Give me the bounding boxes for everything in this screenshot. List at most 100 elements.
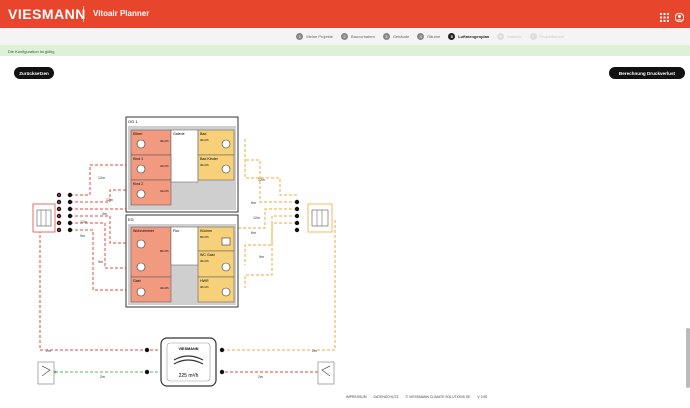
step-gebaeude[interactable]: 3 Gebäude: [382, 33, 409, 40]
connector-icon[interactable]: [294, 227, 300, 233]
step-bauvorhaben[interactable]: 2 Bauvorhaben: [341, 33, 375, 40]
step-material: 6 Material: [497, 33, 522, 40]
pipe-length-label: 6m: [251, 201, 256, 205]
svg-text:WC Gast: WC Gast: [200, 253, 215, 257]
app-title: Vitoair Planner: [93, 9, 150, 18]
connector-icon[interactable]: [67, 220, 73, 226]
pipe-length-label: 12m: [80, 220, 87, 224]
kitchen-hood-icon[interactable]: [221, 237, 231, 246]
svg-text:Flur: Flur: [173, 229, 180, 233]
air-outlet-icon[interactable]: [136, 189, 146, 199]
svg-text:Bad: Bad: [200, 132, 206, 136]
connector-icon[interactable]: [67, 199, 73, 205]
air-outlet-icon[interactable]: [136, 287, 146, 297]
app-header: VIESMANN Vitoair Planner: [0, 0, 690, 28]
svg-text:82m³/h: 82m³/h: [160, 249, 169, 253]
pressure-loss-button[interactable]: Berechnung Druckverlust: [609, 67, 685, 79]
air-outlet-icon[interactable]: [136, 139, 146, 149]
room-bad-kinder[interactable]: Bad Kinder 40m³/h: [197, 154, 235, 181]
exhaust-distributor[interactable]: [307, 203, 333, 233]
svg-text:Kind 1: Kind 1: [133, 157, 143, 161]
air-outlet-icon[interactable]: [136, 164, 146, 174]
user-account-icon[interactable]: [674, 9, 685, 23]
device-flow: 225 m³/h: [179, 373, 199, 379]
svg-text:Bad Kinder: Bad Kinder: [200, 157, 219, 161]
connector-icon[interactable]: [144, 369, 150, 375]
room-kuechen[interactable]: Küchen 60m³/h: [197, 226, 235, 252]
connector-icon[interactable]: [67, 227, 73, 233]
room-hwr[interactable]: HWR 40m³/h: [197, 276, 235, 303]
pipe-length-label: 12m: [253, 216, 260, 220]
svg-text:Galerie: Galerie: [173, 132, 185, 136]
air-outlet-icon[interactable]: [221, 287, 231, 297]
connector-icon[interactable]: [144, 347, 150, 353]
room-eltern[interactable]: Eltern 40m³/h: [130, 129, 172, 156]
svg-text:34m³/h: 34m³/h: [160, 164, 169, 168]
connector-icon[interactable]: [67, 206, 73, 212]
progress-stepper: 1 Meine Projekte 2 Bauvorhaben 3 Gebäude 4R…: [0, 28, 690, 45]
room-bad[interactable]: Bad 40m³/h: [197, 129, 235, 156]
air-outlet-icon[interactable]: [221, 139, 231, 149]
room-kind-2[interactable]: Kind 2 34m³/h: [130, 179, 172, 206]
validation-message: Die Konfiguration ist gültig: [0, 45, 690, 56]
air-outlet-icon[interactable]: [221, 164, 231, 174]
floor-eg: EG Wohnzimmer 82m³/h Flur Küchen 60m³/h …: [125, 214, 239, 308]
ventilation-unit[interactable]: VIESMANN 225 m³/h: [160, 337, 217, 387]
connector-icon[interactable]: [219, 347, 225, 353]
pipe-length-label: 9m: [259, 255, 264, 259]
connector-icon[interactable]: [294, 220, 300, 226]
svg-text:Gast: Gast: [133, 279, 141, 283]
header-divider: [83, 6, 84, 22]
connector-icon[interactable]: [294, 206, 300, 212]
air-outlet-icon[interactable]: [136, 262, 146, 272]
scrollbar[interactable]: [686, 328, 690, 388]
floor-og1-label: OG 1: [128, 119, 138, 124]
connector-icon[interactable]: [219, 369, 225, 375]
room-flur[interactable]: Flur: [170, 226, 199, 266]
svg-text:34m³/h: 34m³/h: [160, 189, 169, 193]
room-galerie[interactable]: Galerie: [170, 129, 199, 183]
connector-icon[interactable]: [67, 192, 73, 198]
air-flow-diagram: OG 1 Eltern 40m³/h Galerie Bad 40m³/h Ki…: [32, 116, 336, 387]
privacy-link[interactable]: DATENSCHUTZ: [374, 395, 399, 399]
svg-text:Wohnzimmer: Wohnzimmer: [133, 229, 155, 233]
room-wc-gast[interactable]: WC Gast 40m³/h: [197, 250, 235, 278]
outdoor-air-grille[interactable]: [37, 361, 57, 385]
svg-text:HWR: HWR: [200, 279, 209, 283]
svg-text:40m³/h: 40m³/h: [200, 138, 209, 142]
pipe-length-label: 2m: [312, 349, 317, 353]
step-luftmengenplan[interactable]: 5 Luftmengenplan: [448, 33, 489, 40]
floor-eg-label: EG: [128, 217, 134, 222]
step-meine-projekte[interactable]: 1 Meine Projekte: [296, 33, 333, 40]
apps-grid-icon[interactable]: [660, 9, 669, 22]
svg-text:40m³/h: 40m³/h: [200, 163, 209, 167]
footer: IMPRESSUM DATENSCHUTZ © VIESSMANN CLIMAT…: [346, 395, 487, 399]
pipe-length-label: 12m: [98, 176, 105, 180]
pipe-length-label: 2m: [46, 349, 51, 353]
reset-button[interactable]: Zurücksetzen: [14, 67, 54, 79]
impressum-link[interactable]: IMPRESSUM: [346, 395, 367, 399]
room-kind-1[interactable]: Kind 1 34m³/h: [130, 154, 172, 181]
svg-text:40m³/h: 40m³/h: [200, 259, 209, 263]
svg-text:40m³/h: 40m³/h: [200, 285, 209, 289]
connector-icon[interactable]: [67, 213, 73, 219]
connector-icon[interactable]: [294, 213, 300, 219]
air-outlet-icon[interactable]: [221, 262, 231, 272]
svg-text:40m³/h: 40m³/h: [160, 139, 169, 143]
step-raeume[interactable]: 4 Räume: [417, 33, 440, 40]
version: V 3.95: [477, 395, 488, 399]
room-gast[interactable]: Gast 34m³/h: [130, 276, 172, 303]
step-projektbericht: 7 Projektbericht: [529, 33, 564, 40]
connector-icon[interactable]: [294, 199, 300, 205]
svg-text:Kind 2: Kind 2: [133, 182, 143, 186]
pipe-length-label: 2m: [100, 375, 105, 379]
pipe-length-label: 12m: [106, 198, 113, 202]
brand-logo[interactable]: VIESMANN: [8, 6, 86, 22]
air-outlet-icon[interactable]: [136, 239, 146, 249]
pipe-length-label: 9m: [80, 234, 85, 238]
svg-text:34m³/h: 34m³/h: [160, 286, 169, 290]
exhaust-air-grille[interactable]: [317, 361, 335, 385]
device-brand: VIESMANN: [178, 347, 198, 351]
room-wohnzimmer[interactable]: Wohnzimmer 82m³/h: [130, 226, 172, 278]
supply-distributor[interactable]: [32, 203, 56, 233]
